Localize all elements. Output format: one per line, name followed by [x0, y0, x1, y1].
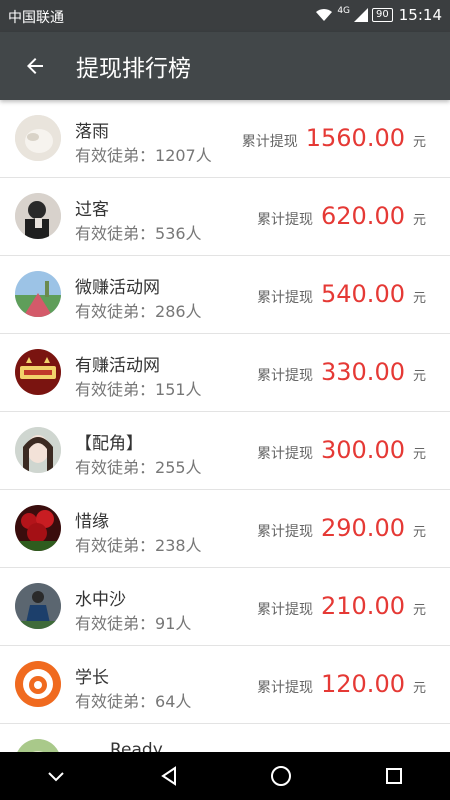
avatar — [15, 505, 61, 551]
user-name: 【配角】 — [75, 434, 143, 454]
square-recent-icon — [385, 768, 402, 784]
status-bar: 中国联通 4G 90 15:14 — [0, 0, 450, 32]
withdraw-amount: 210.00 — [321, 592, 405, 620]
system-nav-bar — [0, 752, 450, 800]
user-name: 过客 — [75, 200, 109, 220]
user-name: 学长 — [75, 668, 109, 688]
withdraw-total: 累计提现 290.00 元 — [257, 514, 426, 542]
list-item[interactable]: 有赚活动网 有效徒弟：151人 累计提现 330.00 元 — [0, 334, 450, 412]
currency-unit: 元 — [412, 603, 426, 618]
withdraw-total: 累计提现 330.00 元 — [257, 358, 426, 386]
status-icons: 4G 90 — [315, 6, 393, 22]
signal-icon — [354, 8, 369, 22]
chevron-down-icon — [48, 772, 64, 782]
battery-icon: 90 — [372, 8, 393, 22]
nav-back-button[interactable] — [139, 752, 199, 800]
withdraw-label: 累计提现 — [257, 368, 313, 384]
currency-unit: 元 — [412, 135, 426, 150]
list-item[interactable]: 学长 有效徒弟：64人 累计提现 120.00 元 — [0, 646, 450, 724]
withdraw-label: 累计提现 — [257, 602, 313, 618]
avatar — [15, 115, 61, 161]
user-name: 有赚活动网 — [75, 356, 160, 376]
withdraw-total: 累计提现 540.00 元 — [257, 280, 426, 308]
withdraw-label: 累计提现 — [257, 524, 313, 540]
list-item[interactable]: 落雨 有效徒弟：1207人 累计提现 1560.00 元 — [0, 100, 450, 178]
circle-home-icon — [271, 766, 292, 786]
list-item[interactable]: Ready — [0, 724, 450, 752]
withdraw-label: 累计提现 — [241, 134, 298, 150]
apprentice-count: 有效徒弟：151人 — [75, 380, 202, 399]
avatar — [15, 271, 61, 317]
apprentice-count: 有效徒弟：238人 — [75, 536, 202, 555]
withdraw-label: 累计提现 — [257, 680, 313, 696]
apprentice-count: 有效徒弟：1207人 — [75, 146, 212, 165]
ranking-list[interactable]: 落雨 有效徒弟：1207人 累计提现 1560.00 元 过客 有效徒弟：536… — [0, 100, 450, 752]
user-name: 微赚活动网 — [75, 278, 160, 298]
currency-unit: 元 — [412, 447, 426, 462]
apprentice-count: 有效徒弟：64人 — [75, 692, 192, 711]
network-type: 4G — [337, 6, 351, 16]
wifi-icon — [316, 8, 333, 21]
withdraw-total: 累计提现 1560.00 元 — [242, 124, 426, 152]
app-bar: 提现排行榜 — [0, 32, 450, 100]
page-title: 提现排行榜 — [76, 56, 191, 82]
list-item[interactable]: 惜缘 有效徒弟：238人 累计提现 290.00 元 — [0, 490, 450, 568]
currency-unit: 元 — [412, 681, 426, 696]
withdraw-label: 累计提现 — [257, 446, 313, 462]
status-right: 4G 90 15:14 — [315, 6, 442, 24]
list-item[interactable]: 过客 有效徒弟：536人 累计提现 620.00 元 — [0, 178, 450, 256]
withdraw-total: 累计提现 620.00 元 — [257, 202, 426, 230]
withdraw-amount: 290.00 — [321, 514, 405, 542]
avatar — [15, 583, 61, 629]
avatar — [15, 349, 61, 395]
currency-unit: 元 — [412, 213, 426, 228]
avatar — [15, 193, 61, 239]
apprentice-count: 有效徒弟：536人 — [75, 224, 202, 243]
withdraw-total: 累计提现 120.00 元 — [257, 670, 426, 698]
currency-unit: 元 — [412, 291, 426, 306]
list-item[interactable]: 微赚活动网 有效徒弟：286人 累计提现 540.00 元 — [0, 256, 450, 334]
apprentice-count: 有效徒弟：255人 — [75, 458, 202, 477]
list-item[interactable]: 【配角】 有效徒弟：255人 累计提现 300.00 元 — [0, 412, 450, 490]
carrier-label: 中国联通 — [8, 10, 64, 26]
withdraw-total: 累计提现 210.00 元 — [257, 592, 426, 620]
avatar — [15, 739, 61, 752]
currency-unit: 元 — [412, 525, 426, 540]
avatar — [15, 427, 61, 473]
avatar — [15, 661, 61, 707]
list-item[interactable]: 水中沙 有效徒弟：91人 累计提现 210.00 元 — [0, 568, 450, 646]
nav-recent-button[interactable] — [364, 752, 424, 800]
currency-unit: 元 — [412, 369, 426, 384]
withdraw-amount: 300.00 — [321, 436, 405, 464]
nav-home-button[interactable] — [251, 752, 311, 800]
apprentice-count: 有效徒弟：286人 — [75, 302, 202, 321]
withdraw-total: 累计提现 300.00 元 — [257, 436, 426, 464]
withdraw-amount: 540.00 — [321, 280, 405, 308]
triangle-back-icon — [160, 766, 176, 786]
arrow-left-icon — [27, 58, 43, 74]
withdraw-label: 累计提现 — [257, 212, 313, 228]
user-name: 惜缘 — [75, 512, 109, 532]
withdraw-label: 累计提现 — [257, 290, 313, 306]
withdraw-amount: 620.00 — [321, 202, 405, 230]
withdraw-amount: 330.00 — [321, 358, 405, 386]
clock: 15:14 — [398, 6, 442, 24]
nav-down-button[interactable] — [26, 752, 86, 800]
user-name: 落雨 — [75, 122, 109, 142]
withdraw-amount: 1560.00 — [305, 124, 405, 152]
withdraw-amount: 120.00 — [321, 670, 405, 698]
user-name: 水中沙 — [75, 590, 126, 610]
back-button[interactable] — [0, 32, 70, 100]
apprentice-count: 有效徒弟：91人 — [75, 614, 192, 633]
user-name: Ready — [110, 740, 163, 752]
